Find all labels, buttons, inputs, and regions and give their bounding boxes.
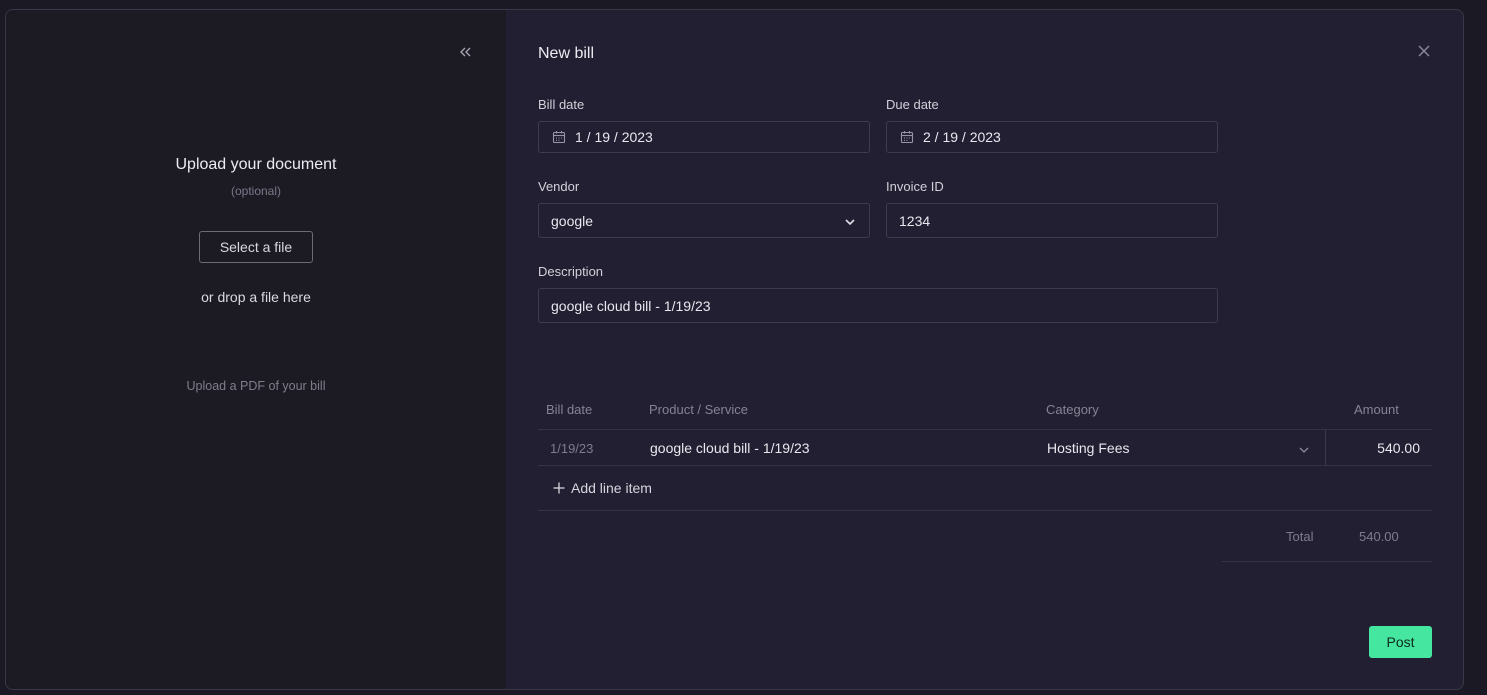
upload-title: Upload your document <box>175 156 337 173</box>
bill-date-field[interactable]: 1 / 19 / 2023 <box>538 121 870 153</box>
vendor-select[interactable]: google <box>538 203 870 238</box>
invoice-id-label: Invoice ID <box>886 179 944 194</box>
upload-hint: Upload a PDF of your bill <box>186 379 326 393</box>
table-divider <box>538 465 1432 466</box>
double-chevron-left-icon[interactable] <box>456 43 474 61</box>
calendar-icon <box>552 130 566 144</box>
post-button[interactable]: Post <box>1369 626 1432 658</box>
due-date-field[interactable]: 2 / 19 / 2023 <box>886 121 1218 153</box>
total-value: 540.00 <box>1359 529 1399 544</box>
close-icon[interactable] <box>1416 43 1432 59</box>
description-input[interactable]: google cloud bill - 1/19/23 <box>538 288 1218 323</box>
new-bill-modal: Upload your document (optional) Select a… <box>5 9 1464 690</box>
calendar-icon <box>900 130 914 144</box>
page-title: New bill <box>538 45 595 62</box>
bill-date-value: 1 / 19 / 2023 <box>575 129 653 145</box>
select-file-button[interactable]: Select a file <box>199 231 313 263</box>
table-divider <box>538 510 1432 511</box>
line-amount-input[interactable]: 540.00 <box>1325 430 1432 466</box>
due-date-value: 2 / 19 / 2023 <box>923 129 1001 145</box>
upload-optional-note: (optional) <box>230 184 282 198</box>
line-category-select[interactable]: Hosting Fees <box>1047 440 1129 456</box>
column-header-category: Category <box>1046 402 1099 417</box>
vendor-label: Vendor <box>538 179 580 194</box>
table-divider <box>538 429 1432 430</box>
vendor-value: google <box>551 212 594 229</box>
drop-zone-text[interactable]: or drop a file here <box>6 289 506 305</box>
description-label: Description <box>538 264 604 279</box>
description-value: google cloud bill - 1/19/23 <box>551 297 711 314</box>
chevron-down-icon <box>844 215 856 227</box>
add-line-item-button[interactable]: Add line item <box>552 480 652 496</box>
column-header-amount: Amount <box>1354 402 1399 417</box>
plus-icon <box>552 481 566 495</box>
total-label: Total <box>1286 529 1314 544</box>
bill-form: New bill Bill date 1 / 19 / 2023 Due dat… <box>506 10 1463 689</box>
add-line-item-label: Add line item <box>571 480 652 496</box>
total-divider <box>1222 561 1432 562</box>
bill-date-label: Bill date <box>538 97 585 112</box>
column-header-bill-date: Bill date <box>546 402 593 417</box>
line-product-input[interactable]: google cloud bill - 1/19/23 <box>650 440 810 456</box>
line-date: 1/19/23 <box>550 441 594 456</box>
upload-panel: Upload your document (optional) Select a… <box>6 10 506 689</box>
column-header-product: Product / Service <box>649 402 748 417</box>
chevron-down-icon[interactable] <box>1298 443 1310 455</box>
invoice-id-value: 1234 <box>899 212 931 229</box>
invoice-id-input[interactable]: 1234 <box>886 203 1218 238</box>
due-date-label: Due date <box>886 97 939 112</box>
